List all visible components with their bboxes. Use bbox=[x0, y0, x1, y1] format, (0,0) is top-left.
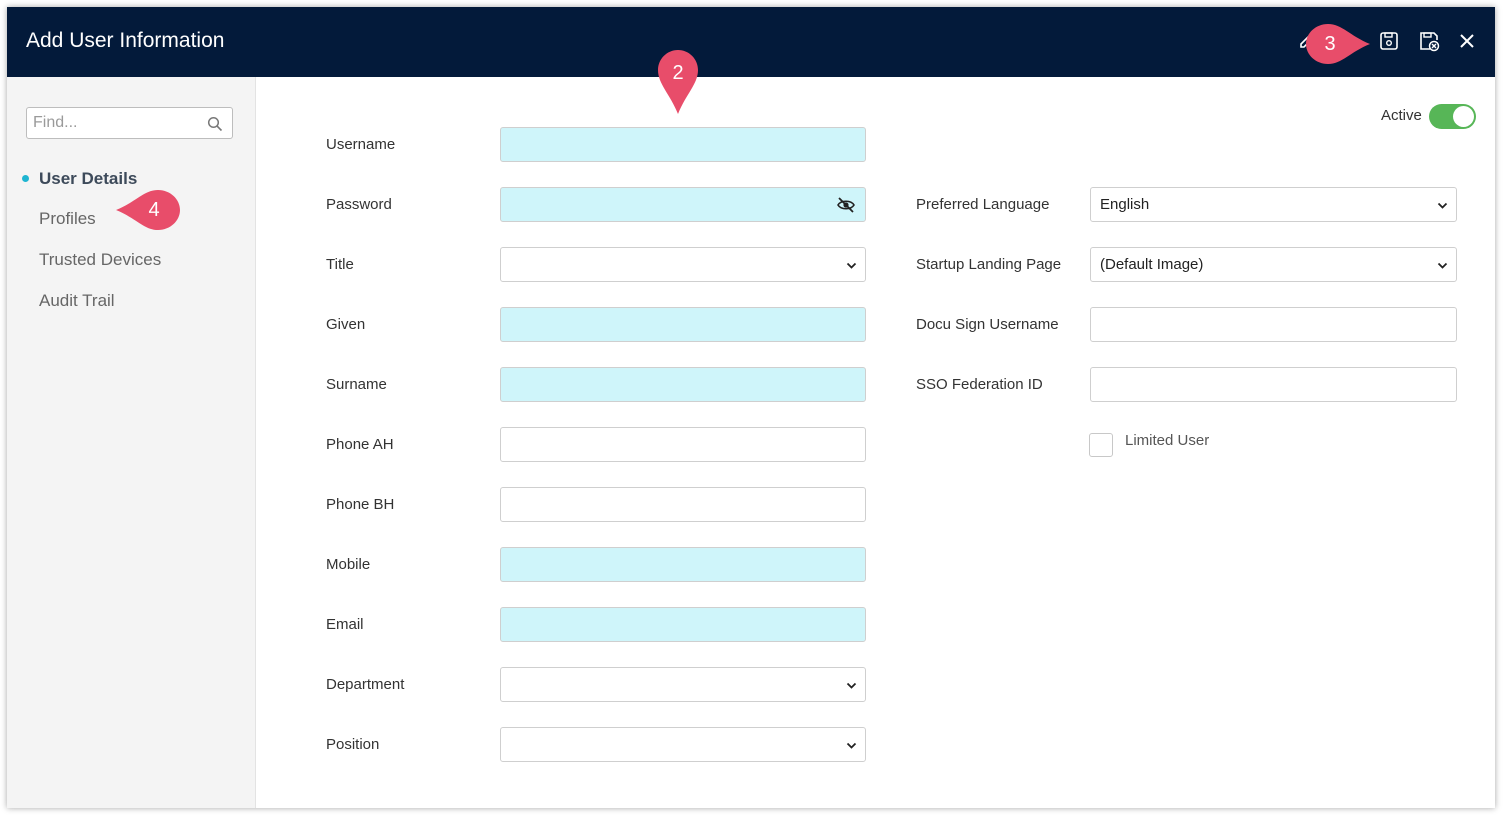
callout-2-number: 2 bbox=[672, 62, 684, 84]
dialog-header: Add User Information bbox=[7, 7, 1495, 77]
sso-federation-id-input[interactable] bbox=[1091, 368, 1456, 401]
search-icon[interactable] bbox=[207, 116, 223, 132]
phone-bh-field bbox=[500, 487, 866, 522]
password-label: Password bbox=[326, 196, 392, 213]
department-select[interactable] bbox=[500, 667, 866, 702]
add-user-dialog: Add User Information Find... User Detail… bbox=[7, 7, 1495, 808]
username-input[interactable] bbox=[501, 128, 865, 161]
chevron-down-icon bbox=[846, 682, 857, 689]
username-field bbox=[500, 127, 866, 162]
surname-input[interactable] bbox=[501, 368, 865, 401]
docusign-username-field bbox=[1090, 307, 1457, 342]
title-label: Title bbox=[326, 256, 354, 273]
phone-bh-input[interactable] bbox=[501, 488, 865, 521]
email-label: Email bbox=[326, 616, 364, 633]
callout-4-number: 4 bbox=[148, 199, 160, 221]
given-input[interactable] bbox=[501, 308, 865, 341]
email-field bbox=[500, 607, 866, 642]
active-label: Active bbox=[1381, 107, 1422, 124]
find-input[interactable] bbox=[27, 108, 208, 138]
find-box bbox=[26, 107, 233, 139]
callout-2: 2 bbox=[656, 48, 700, 118]
mobile-field bbox=[500, 547, 866, 582]
sidebar-item-user-details[interactable]: User Details bbox=[39, 169, 137, 189]
startup-landing-page-value: (Default Image) bbox=[1100, 256, 1204, 273]
close-icon[interactable] bbox=[1456, 30, 1478, 52]
sidebar-item-audit-trail[interactable]: Audit Trail bbox=[39, 291, 115, 311]
position-label: Position bbox=[326, 736, 380, 753]
active-toggle[interactable] bbox=[1429, 104, 1476, 129]
chevron-down-icon bbox=[846, 742, 857, 749]
callout-3-number: 3 bbox=[1324, 33, 1336, 55]
sso-federation-id-field bbox=[1090, 367, 1457, 402]
preferred-language-label: Preferred Language bbox=[916, 196, 1050, 213]
main-form: Active Username Password Title Given Sur… bbox=[256, 77, 1495, 808]
title-select[interactable] bbox=[500, 247, 866, 282]
sidebar: User Details Profiles Trusted Devices Au… bbox=[7, 77, 256, 808]
eye-slash-icon[interactable] bbox=[836, 195, 856, 215]
phone-ah-field bbox=[500, 427, 866, 462]
department-label: Department bbox=[326, 676, 405, 693]
limited-user-checkbox[interactable] bbox=[1089, 433, 1113, 457]
docusign-username-label: Docu Sign Username bbox=[916, 316, 1059, 333]
sidebar-item-profiles[interactable]: Profiles bbox=[39, 209, 96, 229]
startup-landing-page-select[interactable]: (Default Image) bbox=[1090, 247, 1457, 282]
surname-field bbox=[500, 367, 866, 402]
email-input[interactable] bbox=[501, 608, 865, 641]
mobile-input[interactable] bbox=[501, 548, 865, 581]
password-input[interactable] bbox=[501, 188, 865, 221]
limited-user-label: Limited User bbox=[1125, 432, 1210, 449]
chevron-down-icon bbox=[1437, 262, 1448, 269]
toggle-knob bbox=[1453, 106, 1474, 127]
phone-ah-label: Phone AH bbox=[326, 436, 394, 453]
surname-label: Surname bbox=[326, 376, 387, 393]
preferred-language-select[interactable]: English bbox=[1090, 187, 1457, 222]
phone-bh-label: Phone BH bbox=[326, 496, 395, 513]
save-close-icon[interactable] bbox=[1418, 30, 1440, 52]
phone-ah-input[interactable] bbox=[501, 428, 865, 461]
dialog-title: Add User Information bbox=[26, 29, 225, 52]
given-field bbox=[500, 307, 866, 342]
username-label: Username bbox=[326, 136, 396, 153]
active-indicator-dot bbox=[22, 175, 29, 182]
startup-landing-page-label: Startup Landing Page bbox=[916, 256, 1062, 273]
given-label: Given bbox=[326, 316, 366, 333]
chevron-down-icon bbox=[846, 262, 857, 269]
save-icon[interactable] bbox=[1378, 30, 1400, 52]
callout-3: 3 bbox=[1304, 22, 1374, 66]
position-select[interactable] bbox=[500, 727, 866, 762]
mobile-label: Mobile bbox=[326, 556, 371, 573]
password-field bbox=[500, 187, 866, 222]
docusign-username-input[interactable] bbox=[1091, 308, 1456, 341]
preferred-language-value: English bbox=[1100, 196, 1150, 213]
sidebar-item-trusted-devices[interactable]: Trusted Devices bbox=[39, 250, 161, 270]
sso-federation-id-label: SSO Federation ID bbox=[916, 376, 1043, 393]
callout-4: 4 bbox=[112, 188, 182, 232]
chevron-down-icon bbox=[1437, 202, 1448, 209]
